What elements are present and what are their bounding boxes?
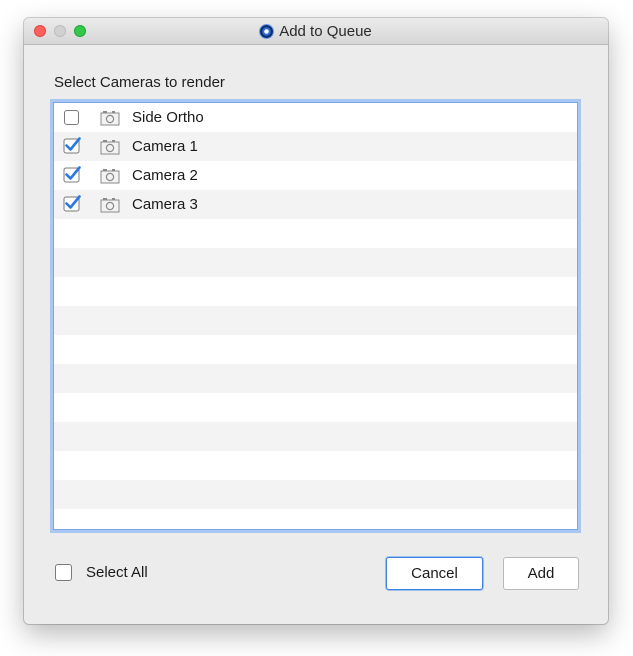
camera-label: Camera 1 [132, 138, 198, 155]
empty-row [54, 306, 577, 335]
camera-label: Camera 3 [132, 196, 198, 213]
empty-row [54, 277, 577, 306]
camera-checkbox[interactable] [63, 195, 81, 212]
empty-row [54, 219, 577, 248]
add-to-queue-window: Add to Queue Select Cameras to render Si… [24, 18, 608, 624]
camera-icon [100, 168, 120, 183]
cancel-button[interactable]: Cancel [386, 557, 483, 590]
empty-row [54, 451, 577, 480]
camera-icon [100, 197, 120, 212]
camera-icon [100, 110, 120, 125]
select-all-control[interactable]: Select All [55, 564, 148, 581]
empty-row [54, 509, 577, 529]
select-all-checkbox[interactable] [55, 564, 72, 581]
app-icon [260, 24, 274, 38]
camera-checkbox[interactable] [64, 110, 79, 125]
camera-row[interactable]: Camera 3 [54, 190, 577, 219]
window-title-group: Add to Queue [24, 18, 608, 44]
camera-row[interactable]: Camera 1 [54, 132, 577, 161]
checkmark-icon [63, 137, 81, 154]
camera-label: Side Ortho [132, 109, 204, 126]
camera-row[interactable]: Side Ortho [54, 103, 577, 132]
checkmark-icon [63, 166, 81, 183]
camera-checkbox[interactable] [63, 137, 81, 154]
empty-row [54, 364, 577, 393]
add-button[interactable]: Add [503, 557, 579, 590]
window-title: Add to Queue [279, 22, 372, 40]
camera-checkbox[interactable] [63, 166, 81, 183]
empty-row [54, 422, 577, 451]
select-all-label[interactable]: Select All [86, 564, 148, 581]
camera-row[interactable]: Camera 2 [54, 161, 577, 190]
camera-list[interactable]: Side Ortho Camera 1 Camera 2 Camera 3 [53, 102, 578, 530]
empty-row [54, 393, 577, 422]
title-bar[interactable]: Add to Queue [24, 18, 608, 45]
prompt-label: Select Cameras to render [54, 74, 225, 91]
camera-label: Camera 2 [132, 167, 198, 184]
empty-row [54, 248, 577, 277]
camera-icon [100, 139, 120, 154]
empty-row [54, 335, 577, 364]
checkmark-icon [63, 195, 81, 212]
empty-row [54, 480, 577, 509]
